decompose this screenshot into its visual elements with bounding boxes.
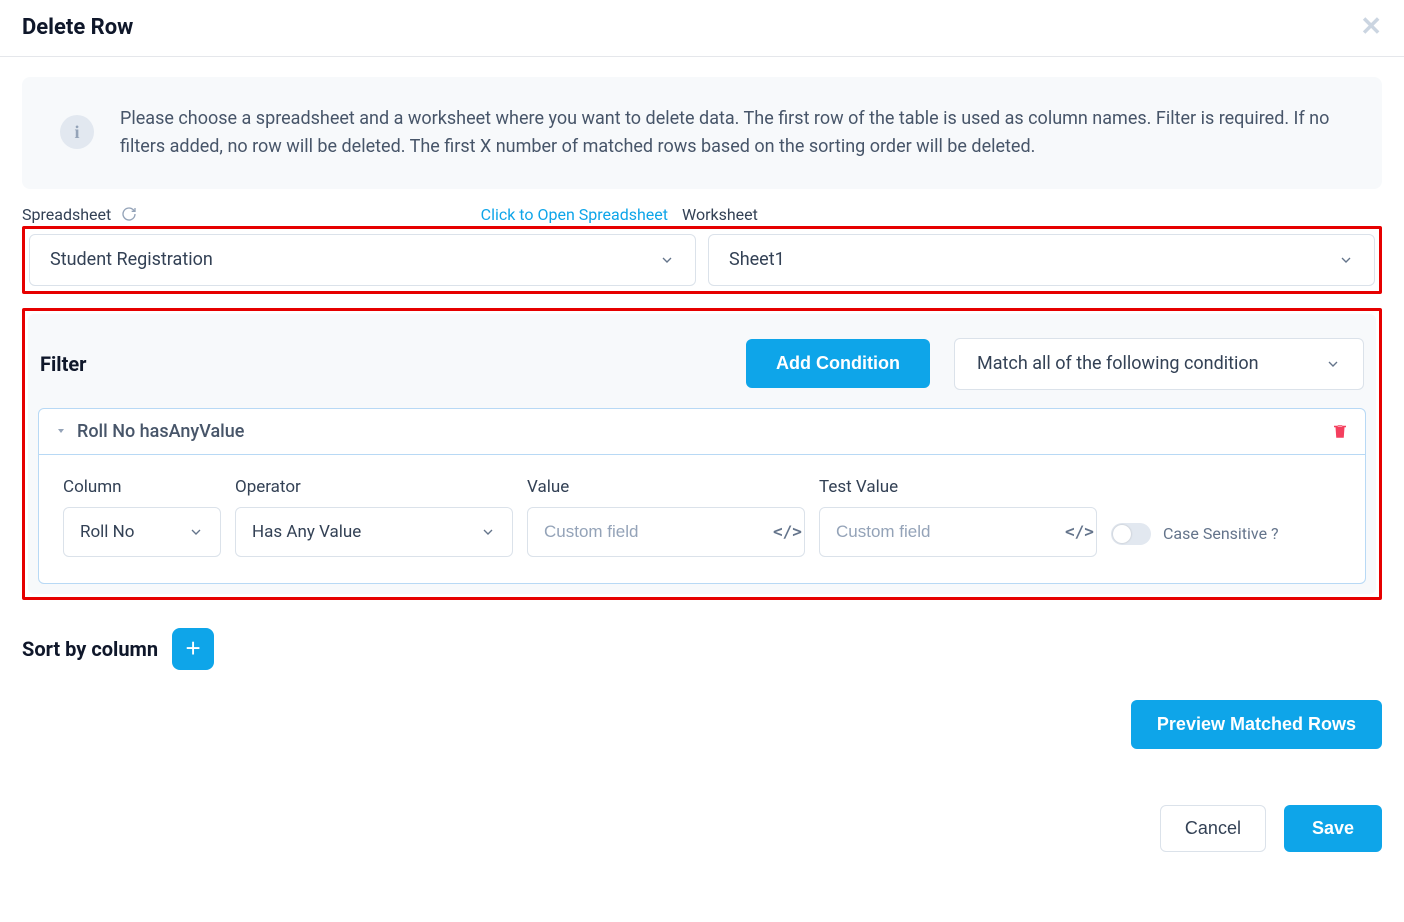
info-text: Please choose a spreadsheet and a worksh…: [120, 105, 1344, 161]
info-icon: i: [60, 115, 94, 149]
operator-select[interactable]: Has Any Value: [235, 507, 513, 557]
filter-section: Filter Add Condition Match all of the fo…: [28, 314, 1376, 594]
filter-title: Filter: [40, 352, 86, 376]
chevron-down-icon: [1325, 356, 1341, 372]
spreadsheet-label: Spreadsheet: [22, 205, 111, 224]
test-value-input-wrap: </>: [819, 507, 1097, 557]
test-value-field: Test Value </>: [819, 477, 1097, 557]
value-label: Value: [527, 477, 805, 497]
refresh-icon[interactable]: [121, 206, 137, 222]
collapse-icon: [55, 425, 67, 437]
open-spreadsheet-link[interactable]: Click to Open Spreadsheet: [481, 205, 668, 224]
sort-label: Sort by column: [22, 637, 158, 661]
match-mode-value: Match all of the following condition: [977, 353, 1259, 374]
value-input-wrap: </>: [527, 507, 805, 557]
value-field: Value </>: [527, 477, 805, 557]
condition-summary: Roll No hasAnyValue: [77, 421, 244, 442]
case-sensitive-wrap: Case Sensitive ?: [1111, 523, 1279, 545]
case-sensitive-toggle[interactable]: [1111, 523, 1151, 545]
add-condition-button[interactable]: Add Condition: [746, 339, 930, 388]
condition-header[interactable]: Roll No hasAnyValue: [39, 409, 1365, 455]
spreadsheet-value: Student Registration: [50, 249, 213, 270]
chevron-down-icon: [188, 524, 204, 540]
cancel-button[interactable]: Cancel: [1160, 805, 1266, 852]
dialog-footer: Cancel Save: [22, 805, 1382, 852]
worksheet-value: Sheet1: [729, 249, 785, 270]
dialog-title: Delete Row: [22, 15, 133, 40]
test-value-label: Test Value: [819, 477, 1097, 497]
worksheet-select[interactable]: Sheet1: [708, 234, 1375, 286]
preview-matched-rows-button[interactable]: Preview Matched Rows: [1131, 700, 1382, 749]
condition-body: Column Roll No Operator Has Any Value: [39, 455, 1365, 583]
spreadsheet-worksheet-row: Student Registration Sheet1: [22, 226, 1382, 294]
preview-row: Preview Matched Rows: [22, 700, 1382, 749]
case-sensitive-label: Case Sensitive ?: [1163, 524, 1279, 543]
operator-label: Operator: [235, 477, 513, 497]
column-label: Column: [63, 477, 221, 497]
match-mode-select[interactable]: Match all of the following condition: [954, 338, 1364, 390]
chevron-down-icon: [1338, 252, 1354, 268]
code-icon[interactable]: </>: [773, 522, 802, 541]
field-labels-row: Spreadsheet Click to Open Spreadsheet Wo…: [22, 205, 1382, 224]
operator-field: Operator Has Any Value: [235, 477, 513, 557]
info-banner: i Please choose a spreadsheet and a work…: [22, 77, 1382, 189]
dialog-body: i Please choose a spreadsheet and a work…: [0, 57, 1404, 874]
sort-section: Sort by column +: [22, 628, 1382, 670]
column-field: Column Roll No: [63, 477, 221, 557]
column-value: Roll No: [80, 522, 134, 542]
value-input[interactable]: [544, 522, 765, 542]
save-button[interactable]: Save: [1284, 805, 1382, 852]
spreadsheet-select[interactable]: Student Registration: [29, 234, 696, 286]
code-icon[interactable]: </>: [1065, 522, 1094, 541]
filter-section-highlight: Filter Add Condition Match all of the fo…: [22, 308, 1382, 600]
close-icon[interactable]: ✕: [1360, 14, 1382, 40]
spreadsheet-label-wrap: Spreadsheet Click to Open Spreadsheet: [22, 205, 682, 224]
worksheet-label-wrap: Worksheet: [682, 205, 758, 224]
filter-header: Filter Add Condition Match all of the fo…: [38, 328, 1366, 408]
column-select[interactable]: Roll No: [63, 507, 221, 557]
dialog-header: Delete Row ✕: [0, 0, 1404, 57]
chevron-down-icon: [659, 252, 675, 268]
delete-condition-icon[interactable]: [1331, 422, 1349, 440]
add-sort-button[interactable]: +: [172, 628, 214, 670]
worksheet-label: Worksheet: [682, 205, 758, 224]
test-value-input[interactable]: [836, 522, 1057, 542]
condition-card: Roll No hasAnyValue Column Roll No: [38, 408, 1366, 584]
operator-value: Has Any Value: [252, 522, 361, 542]
chevron-down-icon: [480, 524, 496, 540]
